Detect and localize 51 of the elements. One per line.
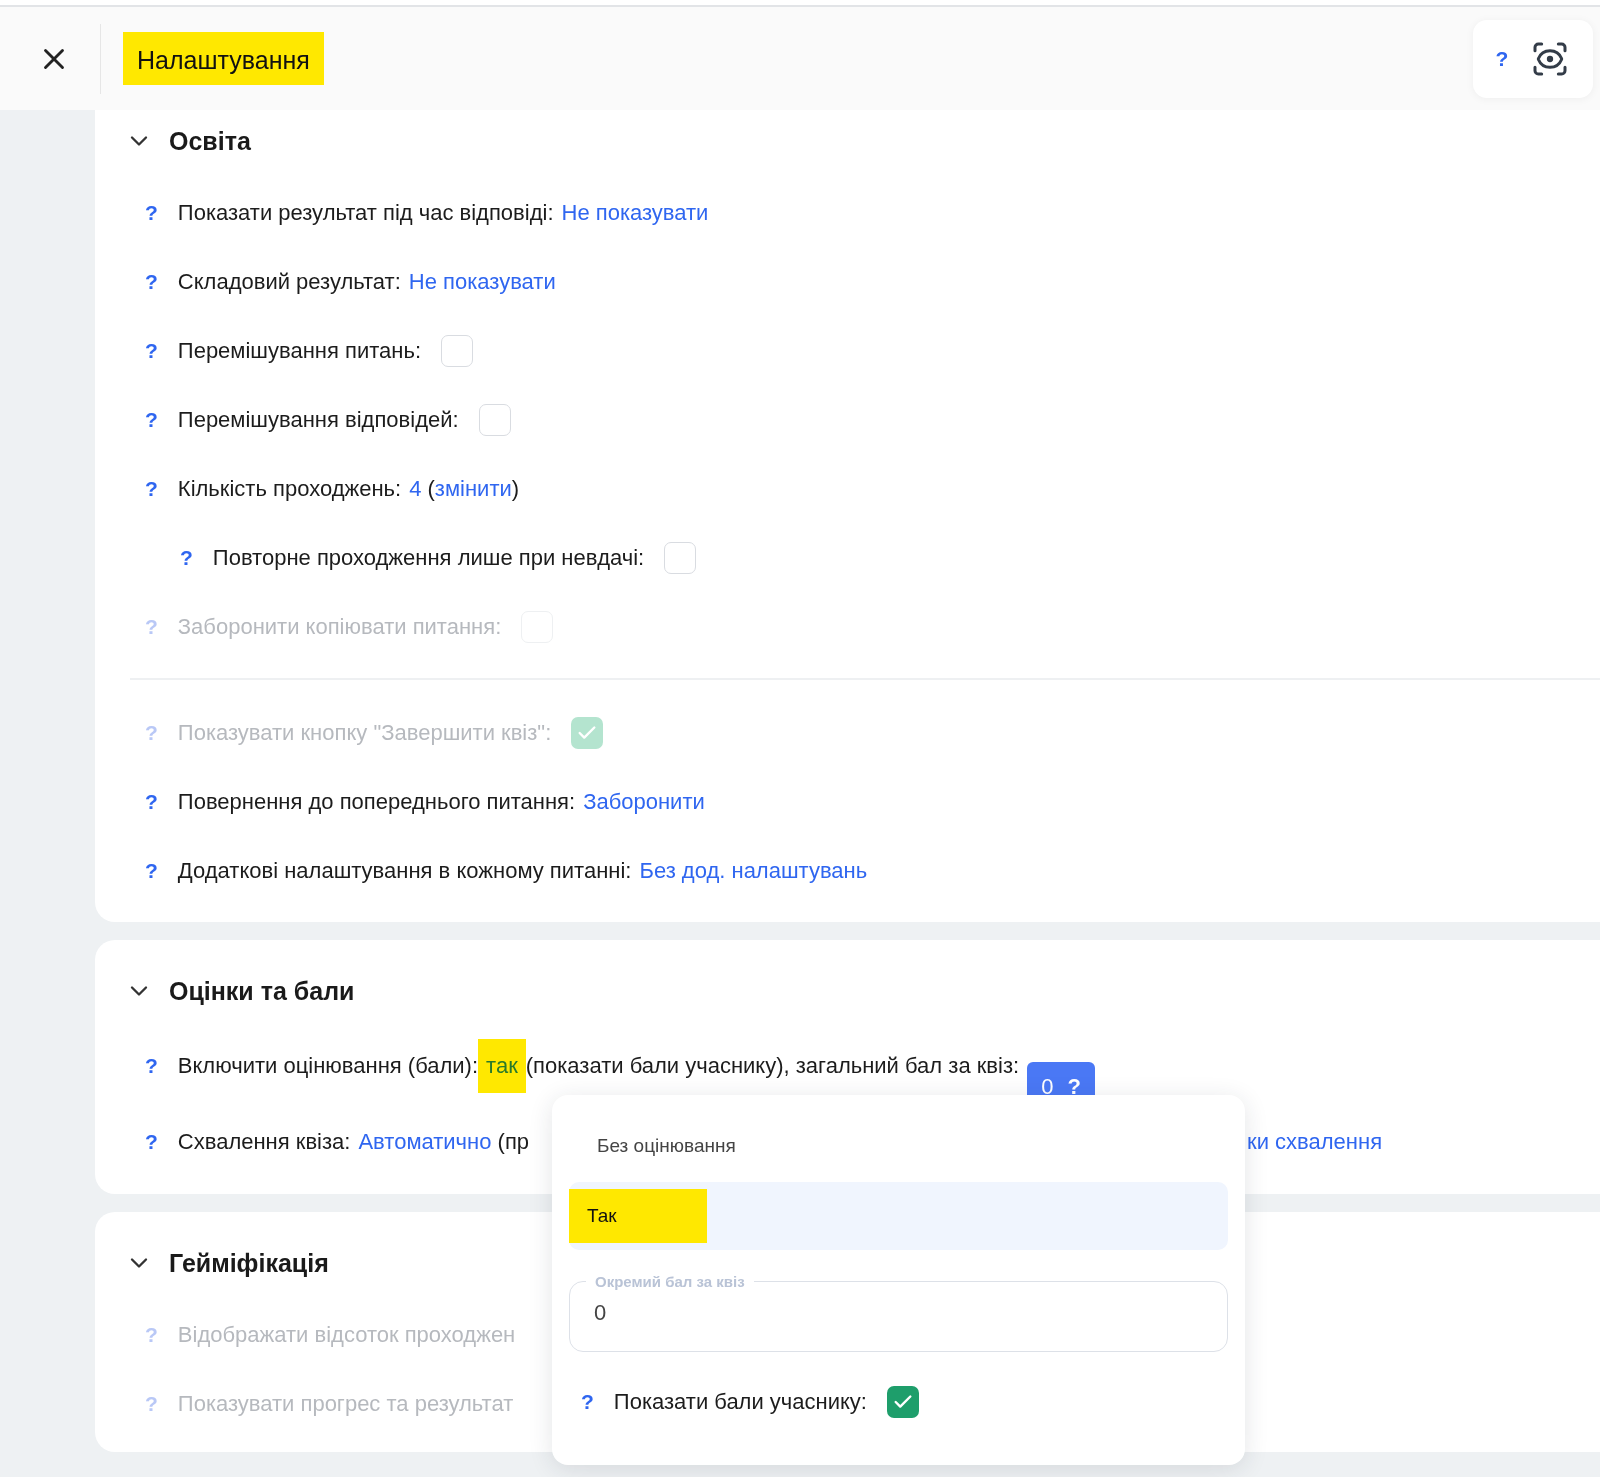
checkbox[interactable] <box>478 403 511 436</box>
help-button[interactable]: ? <box>145 1130 158 1154</box>
setting-label: Складовий результат: <box>177 268 401 295</box>
value-link[interactable]: Автоматично <box>358 1129 492 1155</box>
help-button[interactable]: ? <box>581 1390 594 1414</box>
help-button[interactable]: ? <box>145 407 158 432</box>
section-header[interactable]: Оцінки та бали <box>95 960 355 1022</box>
value-link[interactable]: 4 <box>409 475 422 502</box>
help-button[interactable]: ? <box>145 858 158 883</box>
page-title: Налаштування <box>123 32 324 85</box>
setting-label: Включити оцінювання (бали): <box>177 1053 479 1079</box>
value-link[interactable]: Заборонити <box>583 788 705 815</box>
help-button[interactable]: ? <box>1495 46 1509 71</box>
section-header[interactable]: Гейміфікація <box>95 1232 329 1294</box>
help-button[interactable]: ? <box>145 476 158 501</box>
setting-label: Заборонити копіювати питання: <box>177 613 502 640</box>
row-text: ( <box>426 475 435 502</box>
help-button[interactable]: ? <box>145 789 158 814</box>
setting-label: Кількість проходжень: <box>177 475 402 502</box>
setting-label: Показувати кнопку "Завершити квіз": <box>177 719 552 746</box>
setting-label: Додаткові налаштування в кожному питанні: <box>177 857 632 884</box>
checkbox[interactable] <box>664 541 697 574</box>
setting-label: Перемішування відповідей: <box>177 406 459 433</box>
dropdown-option[interactable]: Без оцінювання <box>569 1112 1228 1180</box>
value-link[interactable]: ки схвалення <box>1247 1129 1383 1155</box>
score-input-field[interactable]: Окремий бал за квіз 0 <box>569 1273 1228 1352</box>
setting-label: Показати результат під час відповіді: <box>177 199 554 226</box>
setting-label: Показати бали учаснику: <box>613 1389 867 1415</box>
checkbox[interactable] <box>441 334 473 367</box>
value-link[interactable]: Без дод. налаштувань <box>639 857 868 884</box>
value-link[interactable]: Не показувати <box>561 199 709 226</box>
help-button[interactable]: ? <box>180 545 193 570</box>
setting-label: Перемішування питань: <box>177 337 421 364</box>
dropdown-option[interactable]: Так <box>569 1182 1228 1250</box>
setting-label: Відображати відсоток проходжен <box>177 1321 516 1348</box>
row-text: ) <box>511 475 520 502</box>
value-link[interactable]: Не показувати <box>408 268 556 295</box>
row-text: (пр <box>496 1129 530 1155</box>
value-link[interactable]: змінити <box>434 475 512 502</box>
help-button[interactable]: ? <box>145 1054 158 1078</box>
setting-label: Повернення до попереднього питання: <box>177 788 576 815</box>
help-button[interactable]: ? <box>145 269 158 294</box>
setting-label: Повторне проходження лише при невдачі: <box>212 544 645 571</box>
help-button[interactable]: ? <box>145 200 158 225</box>
row-text: (показати бали учаснику), загальний бал за квіз: <box>525 1053 1020 1079</box>
setting-label: Схвалення квіза: <box>177 1129 351 1155</box>
checkbox[interactable] <box>887 1386 919 1418</box>
answer-text[interactable]: так <box>478 1039 526 1093</box>
setting-label: Показувати прогрес та результат <box>177 1390 514 1417</box>
help-button[interactable]: ? <box>145 338 158 363</box>
section-header[interactable]: Освіта <box>95 110 251 172</box>
